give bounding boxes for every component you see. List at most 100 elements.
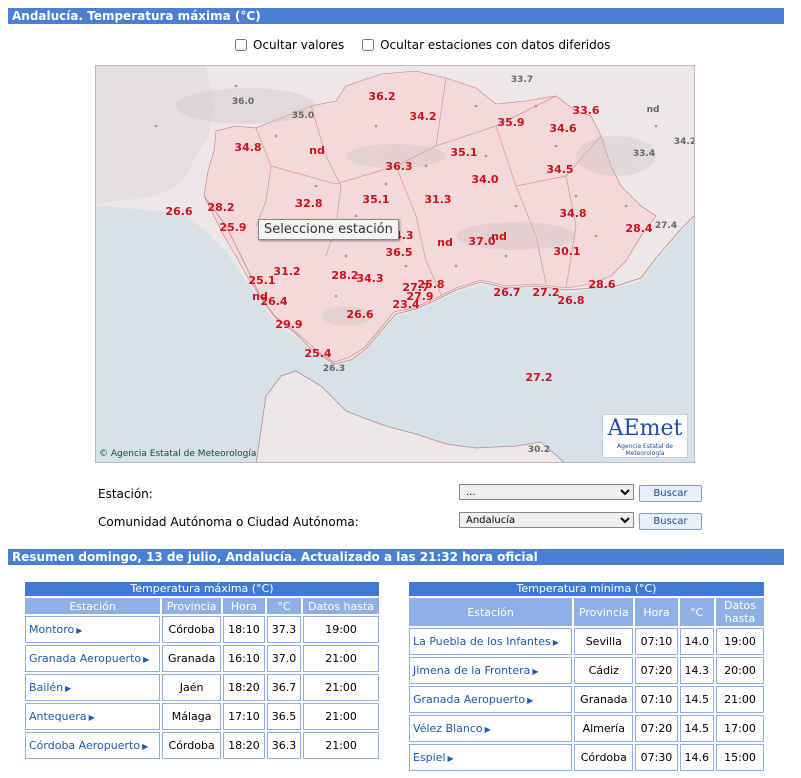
station-link[interactable]: Antequera ▶ bbox=[25, 703, 161, 730]
station-link[interactable]: Córdoba Aeropuerto ▶ bbox=[25, 732, 161, 759]
arrow-right-icon: ▶ bbox=[447, 754, 454, 763]
station-link[interactable]: La Puebla de los Infantes ▶ bbox=[409, 628, 573, 655]
station-select[interactable]: ... bbox=[459, 484, 634, 500]
aemet-logo[interactable]: AEmet Agencia Estatal de Meteorología bbox=[602, 414, 688, 458]
station-value[interactable]: 34.8 bbox=[234, 141, 261, 154]
table-row: Bailén ▶ Jaén 18:20 36.7 21:00 bbox=[25, 674, 379, 701]
station-value[interactable]: 34.2 bbox=[674, 137, 695, 147]
map-credit: © Agencia Estatal de Meteorología bbox=[99, 449, 256, 459]
station-name[interactable]: Granada Aeropuerto bbox=[29, 652, 141, 665]
station-value[interactable]: 32.8 bbox=[295, 197, 322, 210]
time-cell: 18:20 bbox=[223, 732, 265, 759]
station-value[interactable]: nd bbox=[647, 105, 660, 115]
station-value[interactable]: 35.9 bbox=[497, 116, 524, 129]
station-name[interactable]: Montoro bbox=[29, 623, 74, 636]
hide-values-option[interactable]: Ocultar valores bbox=[235, 38, 344, 52]
station-value[interactable]: 34.6 bbox=[549, 122, 576, 135]
station-value[interactable]: 33.7 bbox=[511, 75, 533, 85]
station-value[interactable]: 25.4 bbox=[304, 347, 331, 360]
station-value[interactable]: 34.8 bbox=[559, 207, 586, 220]
station-value[interactable]: 34.3 bbox=[356, 272, 383, 285]
station-value[interactable]: 25.1 bbox=[248, 274, 275, 287]
station-value[interactable]: 36.0 bbox=[232, 97, 254, 107]
temperature-cell: 37.3 bbox=[266, 616, 302, 643]
time-cell: 07:10 bbox=[635, 628, 678, 655]
station-name[interactable]: La Puebla de los Infantes bbox=[413, 635, 551, 648]
temperature-cell: 36.3 bbox=[266, 732, 302, 759]
station-value[interactable]: 35.1 bbox=[450, 146, 477, 159]
data-until-cell: 20:00 bbox=[716, 657, 764, 684]
time-cell: 18:10 bbox=[223, 616, 265, 643]
station-value[interactable]: 26.6 bbox=[165, 205, 192, 218]
province-cell: Málaga bbox=[162, 703, 222, 730]
arrow-right-icon: ▶ bbox=[76, 626, 83, 635]
station-name[interactable]: Antequera bbox=[29, 710, 87, 723]
table-row: Jimena de la Frontera ▶ Cádiz 07:20 14.3 20:0… bbox=[409, 657, 764, 684]
station-search-button[interactable]: Buscar bbox=[639, 485, 702, 502]
station-name[interactable]: Córdoba Aeropuerto bbox=[29, 739, 140, 752]
station-value[interactable]: 36.2 bbox=[368, 90, 395, 103]
station-value[interactable]: nd bbox=[491, 230, 507, 243]
hide-deferred-checkbox[interactable] bbox=[362, 39, 375, 51]
station-value[interactable]: 26.6 bbox=[346, 308, 373, 321]
time-cell: 07:20 bbox=[635, 715, 678, 742]
temperature-cell: 14.6 bbox=[679, 744, 714, 771]
arrow-right-icon: ▶ bbox=[527, 696, 534, 705]
station-value[interactable]: 27.2 bbox=[532, 286, 559, 299]
station-value[interactable]: 28.6 bbox=[588, 278, 615, 291]
region-search-button[interactable]: Buscar bbox=[639, 513, 702, 530]
province-cell: Jaén bbox=[162, 674, 222, 701]
region-select[interactable]: Andalucía bbox=[459, 512, 634, 528]
station-value[interactable]: 26.7 bbox=[493, 286, 520, 299]
station-value[interactable]: 34.2 bbox=[409, 110, 436, 123]
col-time: Hora bbox=[635, 598, 678, 626]
table-row: Granada Aeropuerto ▶ Granada 16:10 37.0 21:00 bbox=[25, 645, 379, 672]
station-value[interactable]: 33.6 bbox=[572, 104, 599, 117]
province-cell: Córdoba bbox=[162, 732, 222, 759]
station-value[interactable]: 28.4 bbox=[625, 222, 652, 235]
hide-values-checkbox[interactable] bbox=[235, 39, 247, 51]
station-name[interactable]: Jimena de la Frontera bbox=[413, 664, 530, 677]
station-link[interactable]: Granada Aeropuerto ▶ bbox=[25, 645, 161, 672]
station-value[interactable]: 33.4 bbox=[633, 149, 655, 159]
data-until-cell: 15:00 bbox=[716, 744, 764, 771]
station-value[interactable]: 36.5 bbox=[385, 246, 412, 259]
station-link[interactable]: Bailén ▶ bbox=[25, 674, 161, 701]
arrow-right-icon: ▶ bbox=[532, 667, 539, 676]
arrow-right-icon: ▶ bbox=[142, 742, 149, 751]
station-value[interactable]: 27.4 bbox=[655, 221, 677, 231]
station-link[interactable]: Espiel ▶ bbox=[409, 744, 573, 771]
station-value[interactable]: 26.3 bbox=[323, 364, 345, 374]
station-link[interactable]: Granada Aeropuerto ▶ bbox=[409, 686, 573, 713]
station-value[interactable]: 36.3 bbox=[385, 160, 412, 173]
station-value[interactable]: 27.2 bbox=[525, 371, 552, 384]
station-value[interactable]: 35.1 bbox=[362, 193, 389, 206]
station-value[interactable]: 34.0 bbox=[471, 173, 498, 186]
station-value[interactable]: 25.9 bbox=[219, 221, 246, 234]
station-value[interactable]: nd bbox=[437, 236, 453, 249]
station-value[interactable]: 26.4 bbox=[260, 295, 287, 308]
station-value[interactable]: nd bbox=[309, 144, 325, 157]
temperature-map[interactable]: 36.2 34.2 33.6 35.9 34.6 34.8 nd 35.1 36.3 34.0 34… bbox=[95, 65, 695, 463]
station-value[interactable]: 28.2 bbox=[331, 269, 358, 282]
station-name[interactable]: Espiel bbox=[413, 751, 446, 764]
station-value[interactable]: 34.5 bbox=[546, 163, 573, 176]
table-row: Granada Aeropuerto ▶ Granada 07:10 14.5 21:00 bbox=[409, 686, 764, 713]
station-value[interactable]: 23.4 bbox=[392, 298, 419, 311]
station-link[interactable]: Jimena de la Frontera ▶ bbox=[409, 657, 573, 684]
station-link[interactable]: Vélez Blanco ▶ bbox=[409, 715, 573, 742]
station-value[interactable]: 29.9 bbox=[275, 318, 302, 331]
station-value[interactable]: 31.3 bbox=[424, 193, 451, 206]
station-value[interactable]: 31.2 bbox=[273, 265, 300, 278]
station-value[interactable]: 26.8 bbox=[557, 294, 584, 307]
hide-deferred-option[interactable]: Ocultar estaciones con datos diferidos bbox=[362, 38, 610, 52]
station-value[interactable]: 35.0 bbox=[292, 111, 314, 121]
station-value[interactable]: 30.2 bbox=[528, 445, 550, 455]
station-name[interactable]: Bailén bbox=[29, 681, 63, 694]
station-name[interactable]: Granada Aeropuerto bbox=[413, 693, 525, 706]
station-value[interactable]: 30.1 bbox=[553, 245, 580, 258]
station-name[interactable]: Vélez Blanco bbox=[413, 722, 483, 735]
time-cell: 16:10 bbox=[223, 645, 265, 672]
station-link[interactable]: Montoro ▶ bbox=[25, 616, 161, 643]
station-value[interactable]: 28.2 bbox=[207, 201, 234, 214]
